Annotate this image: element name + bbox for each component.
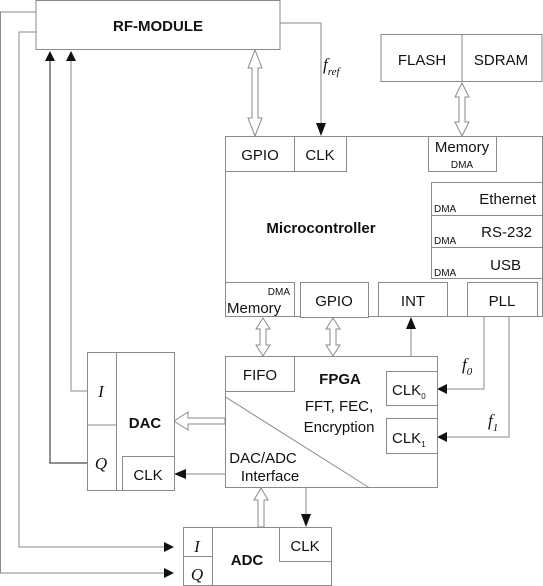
fpga-dac-data-arrow: [173, 411, 226, 431]
fpga-functions-line2: Encryption: [304, 419, 375, 436]
usb-label: USB: [490, 257, 521, 274]
int-arrowhead: [406, 317, 416, 329]
microcontroller-label: Microcontroller: [266, 220, 375, 237]
mc-gpio-top-label: GPIO: [241, 147, 279, 164]
mc-gpio-bottom-label: GPIO: [315, 293, 353, 310]
fpga-label: FPGA: [319, 371, 361, 388]
rs232-label: RS-232: [481, 224, 532, 241]
fpga-functions-line1: FFT, FEC,: [305, 398, 373, 415]
microcontroller-block: GPIO CLK Memory DMA DMA Ethernet DMA RS-…: [225, 136, 543, 318]
int-label: INT: [401, 293, 425, 310]
dac-clk-arrowhead: [174, 469, 186, 479]
dma-label: DMA: [434, 236, 457, 247]
dma-label: DMA: [434, 204, 457, 215]
system-block-diagram: RF-MODULE fref FLASH SDRAM GPIO CLK Memo…: [0, 0, 543, 586]
dma-label: DMA: [268, 287, 291, 298]
ethernet-label: Ethernet: [479, 191, 537, 208]
mc-clk-label: CLK: [305, 147, 334, 164]
clk0-label: CLK0: [392, 382, 426, 401]
gpio-fpga-bus-arrow: [325, 317, 341, 357]
dac-label: DAC: [129, 415, 162, 432]
adc-q-label: Q: [191, 565, 203, 584]
adc-clk-arrowhead: [301, 514, 311, 527]
fpga-block: FIFO FPGA FFT, FEC, Encryption CLK0 CLK1…: [225, 356, 438, 488]
pll-f1-line: [437, 317, 510, 442]
pll-f0-line: [437, 317, 485, 394]
mc-memory-top-label: Memory: [435, 139, 490, 156]
adc-clk-label: CLK: [290, 538, 319, 555]
fref-line: [280, 22, 322, 126]
mc-memory-bottom-label: Memory: [227, 300, 282, 317]
fref-label: fref: [323, 55, 341, 78]
flash-label: FLASH: [398, 52, 446, 69]
dac-i-to-rf-line: [66, 51, 87, 392]
f0-label: f0: [462, 355, 473, 378]
dac-q-label: Q: [95, 454, 107, 473]
f1-label: f1: [488, 411, 498, 434]
fref-arrowhead: [316, 123, 326, 136]
fifo-label: FIFO: [243, 367, 277, 384]
adc-label: ADC: [231, 552, 264, 569]
memory-fifo-bus-arrow: [255, 317, 271, 357]
sdram-label: SDRAM: [474, 52, 528, 69]
dma-label: DMA: [451, 160, 474, 171]
dac-q-to-rf-line: [45, 51, 87, 464]
dac-block: I Q DAC CLK: [87, 352, 175, 491]
adc-block: I Q ADC CLK: [183, 527, 332, 586]
rf-gpio-bus-arrow: [247, 48, 263, 138]
flash-sdram-block: FLASH SDRAM: [380, 34, 543, 82]
dac-clk-label: CLK: [133, 467, 162, 484]
interface-label-line2: Interface: [241, 468, 299, 485]
clk1-label: CLK1: [392, 430, 426, 449]
adc-fpga-data-arrow: [253, 487, 269, 528]
interface-label-line1: DAC/ADC: [229, 450, 297, 467]
rf-module: RF-MODULE: [35, 0, 281, 50]
dma-label: DMA: [434, 268, 457, 279]
memory-bus-arrow: [454, 81, 470, 138]
pll-label: PLL: [489, 293, 516, 310]
rf-module-label: RF-MODULE: [113, 18, 203, 35]
